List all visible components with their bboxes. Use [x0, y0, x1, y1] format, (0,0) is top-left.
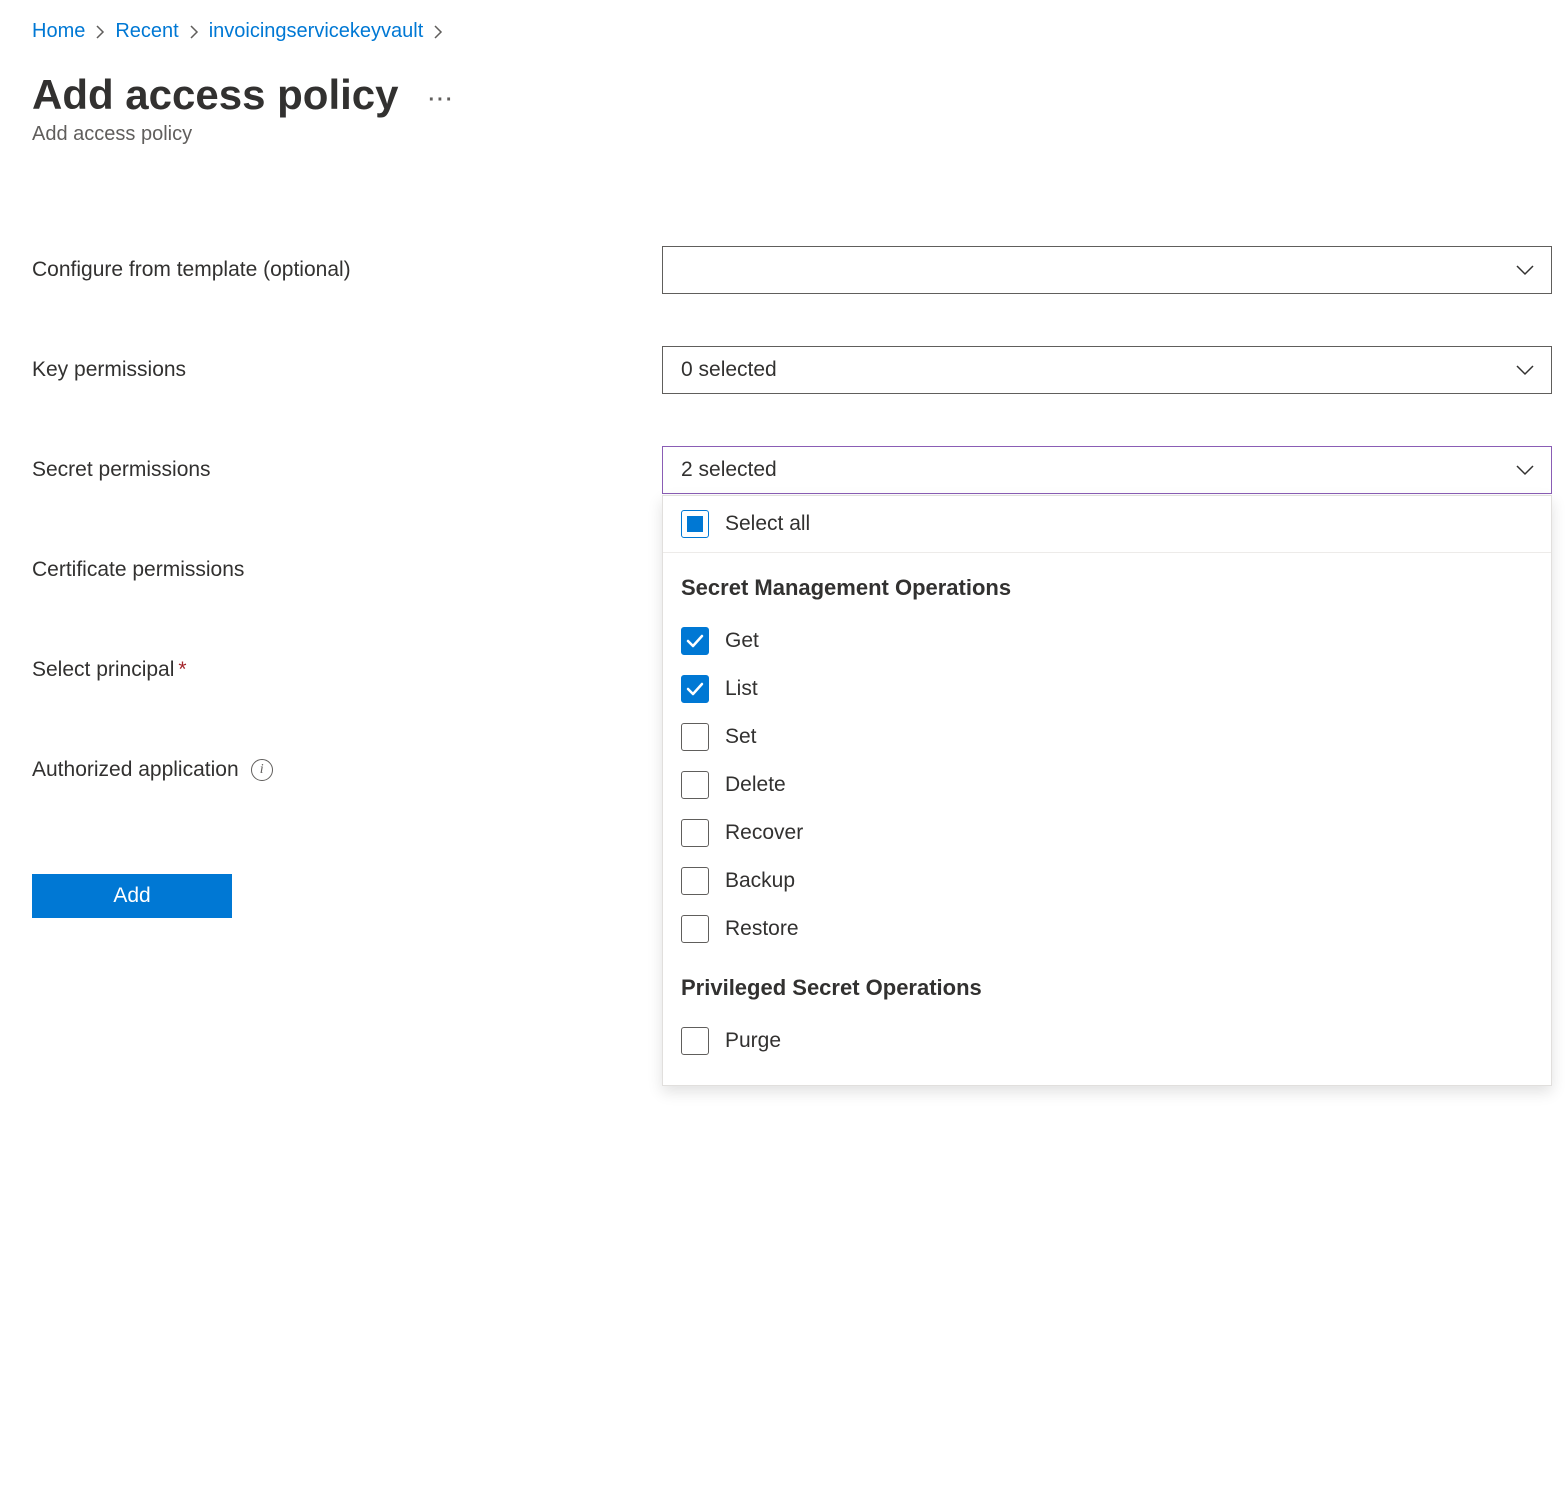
checkbox[interactable] — [681, 1027, 709, 1055]
required-star-icon: * — [178, 658, 186, 681]
breadcrumb-resource[interactable]: invoicingservicekeyvault — [209, 20, 424, 43]
select-all-label: Select all — [725, 512, 810, 536]
select-principal-label: Select principal* — [32, 658, 187, 682]
select-all-option[interactable]: Select all — [663, 496, 1551, 553]
chevron-down-icon — [1515, 364, 1535, 376]
permission-option[interactable]: Delete — [663, 761, 1551, 809]
permission-option-label: Restore — [725, 917, 799, 941]
checkbox[interactable] — [681, 627, 709, 655]
breadcrumb: Home Recent invoicingservicekeyvault — [32, 20, 1533, 43]
key-permissions-value: 0 selected — [681, 358, 777, 382]
permission-option-label: Backup — [725, 869, 795, 893]
breadcrumb-home[interactable]: Home — [32, 20, 85, 43]
permission-option-label: Purge — [725, 1029, 781, 1053]
checkbox[interactable] — [681, 915, 709, 943]
page-subtitle: Add access policy — [32, 123, 1533, 146]
chevron-right-icon — [95, 24, 105, 40]
secret-permissions-value: 2 selected — [681, 458, 777, 482]
more-icon[interactable]: ··· — [429, 79, 455, 112]
key-permissions-dropdown[interactable]: 0 selected — [662, 346, 1552, 394]
certificate-permissions-label: Certificate permissions — [32, 558, 244, 582]
breadcrumb-recent[interactable]: Recent — [115, 20, 178, 43]
authorized-application-label: Authorized application — [32, 758, 239, 782]
chevron-down-icon — [1515, 264, 1535, 276]
checkbox[interactable] — [681, 510, 709, 538]
chevron-right-icon — [189, 24, 199, 40]
checkbox[interactable] — [681, 819, 709, 847]
key-permissions-label: Key permissions — [32, 358, 186, 382]
permission-option[interactable]: Recover — [663, 809, 1551, 857]
chevron-right-icon — [433, 24, 443, 40]
info-icon[interactable]: i — [251, 759, 273, 781]
permission-option[interactable]: Restore — [663, 905, 1551, 953]
panel-group-heading: Secret Management Operations — [663, 553, 1551, 617]
permission-option[interactable]: Set — [663, 713, 1551, 761]
secret-permissions-label: Secret permissions — [32, 458, 211, 482]
secret-permissions-panel: Select all Secret Management Operations Ge… — [662, 495, 1552, 1086]
permission-option-label: Delete — [725, 773, 786, 797]
chevron-down-icon — [1515, 464, 1535, 476]
permission-option-label: List — [725, 677, 758, 701]
secret-permissions-dropdown[interactable]: 2 selected — [662, 446, 1552, 494]
panel-group-heading: Privileged Secret Operations — [663, 953, 1551, 1017]
template-dropdown[interactable] — [662, 246, 1552, 294]
permission-option[interactable]: Get — [663, 617, 1551, 665]
checkbox[interactable] — [681, 675, 709, 703]
add-button[interactable]: Add — [32, 874, 232, 918]
checkbox[interactable] — [681, 771, 709, 799]
permission-option-label: Set — [725, 725, 757, 749]
page-title: Add access policy — [32, 71, 399, 119]
permission-option[interactable]: Backup — [663, 857, 1551, 905]
permission-option[interactable]: Purge — [663, 1017, 1551, 1065]
permission-option-label: Get — [725, 629, 759, 653]
checkbox[interactable] — [681, 723, 709, 751]
permission-option[interactable]: List — [663, 665, 1551, 713]
permission-option-label: Recover — [725, 821, 803, 845]
checkbox[interactable] — [681, 867, 709, 895]
template-label: Configure from template (optional) — [32, 258, 351, 282]
